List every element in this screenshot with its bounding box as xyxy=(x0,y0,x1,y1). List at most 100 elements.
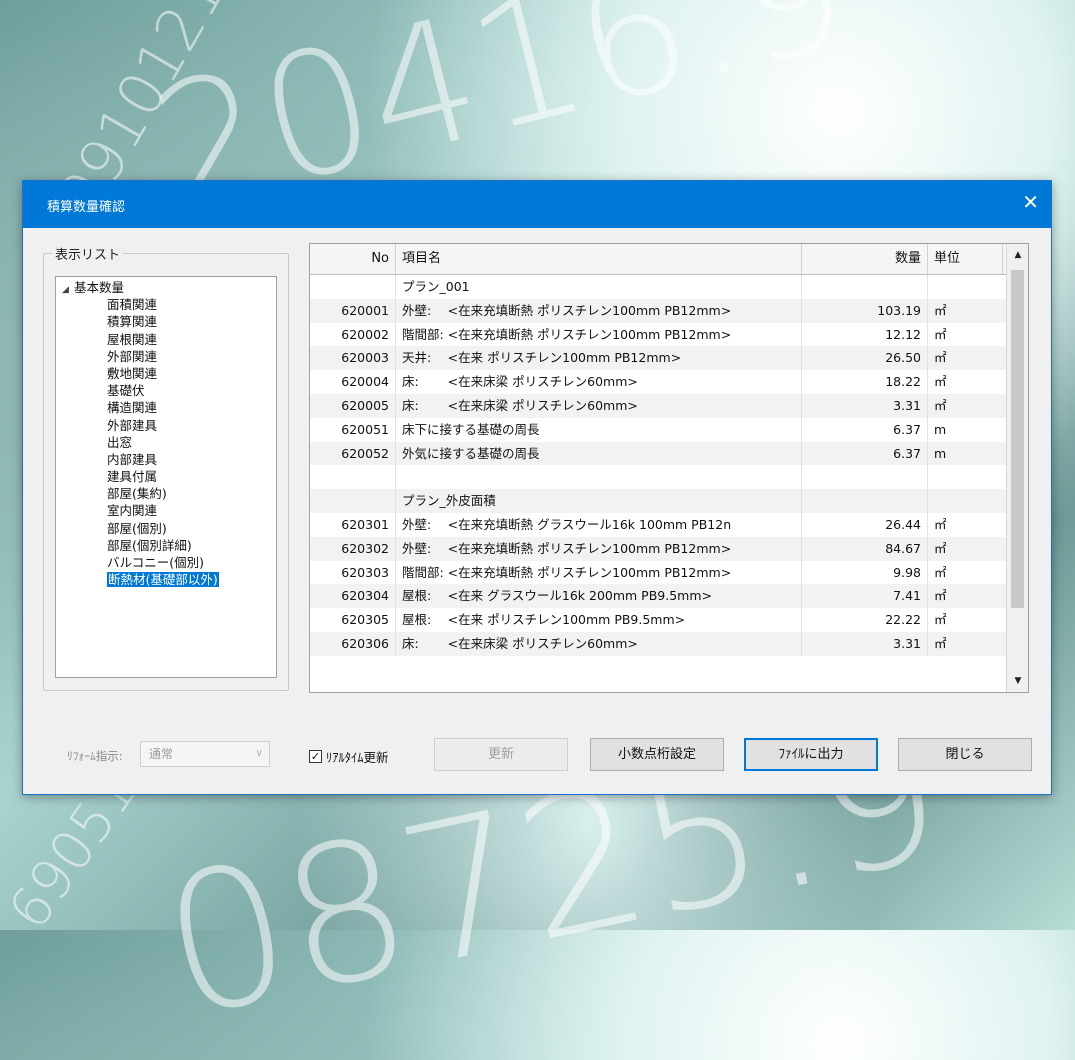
cell-no: 620003 xyxy=(310,346,396,371)
table-row[interactable]: 620002 階間部: <在来充填断熱 ポリスチレン100mm PB12mm> 12… xyxy=(310,322,1028,347)
tree-item[interactable]: バルコニー(個別) xyxy=(56,554,276,571)
cell-no: 620305 xyxy=(310,608,396,632)
realtime-update-toggle[interactable]: ✓ ﾘｱﾙﾀｲﾑ更新 xyxy=(309,747,389,766)
tree-item[interactable]: 出窓 xyxy=(56,434,276,451)
tree-item[interactable]: 外部建具 xyxy=(56,417,276,434)
reform-instruction-value: 通常 xyxy=(149,747,174,761)
table-row[interactable]: プラン_外皮面積 xyxy=(310,489,1028,513)
tree-item[interactable]: 部屋(個別) xyxy=(56,520,276,537)
export-file-button[interactable]: ﾌｧｲﾙに出力 xyxy=(744,738,878,771)
header-item-name[interactable]: 項目名 xyxy=(396,244,802,274)
table-row[interactable]: 620005 床: <在来床梁 ポリスチレン60mm> 3.31 ㎡ xyxy=(310,393,1028,418)
tree-root-basic-quantity[interactable]: ◢ 基本数量 xyxy=(56,279,276,296)
table-row[interactable] xyxy=(310,465,1028,490)
tree-item[interactable]: 外部関連 xyxy=(56,348,276,365)
decimal-places-button[interactable]: 小数点桁設定 xyxy=(590,738,724,771)
tree-item-label: 積算関連 xyxy=(107,314,158,330)
cell-unit xyxy=(928,465,1003,489)
table-row[interactable]: 620302 外壁: <在来充填断熱 ポリスチレン100mm PB12mm> 84.… xyxy=(310,536,1028,561)
tree-item[interactable]: 敷地関連 xyxy=(56,365,276,382)
cell-no: 620302 xyxy=(310,536,396,561)
tree-item[interactable]: 構造関連 xyxy=(56,399,276,416)
cell-no: 620303 xyxy=(310,560,396,585)
tree-item[interactable]: 断熱材(基礎部以外) xyxy=(56,571,276,588)
quantity-grid[interactable]: No 項目名 数量 単位 プラン_001 620001 外壁: <在来充填断熱 ポリ… xyxy=(309,243,1029,693)
cell-unit: ㎡ xyxy=(934,588,947,604)
cell-no xyxy=(310,465,396,490)
tree-item-label: 建具付属 xyxy=(107,469,158,485)
cell-quantity xyxy=(802,465,928,490)
scroll-down-icon[interactable]: ▼ xyxy=(1007,670,1028,692)
tree-item[interactable]: 積算関連 xyxy=(56,313,276,330)
tree-item[interactable]: 屋根関連 xyxy=(56,331,276,348)
scroll-up-icon[interactable]: ▲ xyxy=(1007,244,1028,266)
cell-unit: ㎡ xyxy=(934,397,947,413)
realtime-update-checkbox[interactable]: ✓ xyxy=(309,750,322,763)
cell-quantity: 6.37 xyxy=(802,417,928,442)
cell-item-name: 外気に接する基礎の周長 xyxy=(396,441,802,466)
update-button: 更新 xyxy=(434,738,568,771)
cell-quantity: 12.12 xyxy=(802,322,928,347)
tree-item[interactable]: 内部建具 xyxy=(56,451,276,468)
tree-item[interactable]: 基礎伏 xyxy=(56,382,276,399)
header-unit[interactable]: 単位 xyxy=(928,244,1003,274)
cell-quantity: 18.22 xyxy=(802,370,928,394)
table-row[interactable]: 620301 外壁: <在来充填断熱 グラスウール16k 100mm PB12n 2… xyxy=(310,512,1028,537)
cell-quantity: 84.67 xyxy=(802,536,928,561)
cell-no: 620005 xyxy=(310,393,396,418)
table-row[interactable]: 620003 天井: <在来 ポリスチレン100mm PB12mm> 26.50 ㎡ xyxy=(310,346,1028,371)
cell-unit xyxy=(928,489,1003,513)
cell-unit: m xyxy=(934,421,947,437)
cell-item-name: 外壁: <在来充填断熱 ポリスチレン100mm PB12mm> xyxy=(396,298,802,323)
table-row[interactable]: 620306 床: <在来床梁 ポリスチレン60mm> 3.31 ㎡ xyxy=(310,631,1028,656)
cell-quantity: 3.31 xyxy=(802,631,928,656)
close-icon[interactable]: ✕ xyxy=(1022,191,1039,213)
table-row[interactable]: 620305 屋根: <在来 ポリスチレン100mm PB9.5mm> 22.22 ㎡ xyxy=(310,608,1028,632)
cell-item-name: 屋根: <在来 グラスウール16k 200mm PB9.5mm> xyxy=(396,584,802,609)
cell-unit: ㎡ xyxy=(934,540,947,556)
scrollbar-thumb[interactable] xyxy=(1011,270,1024,608)
header-quantity[interactable]: 数量 xyxy=(802,244,928,274)
tree-item-label: 部屋(個別) xyxy=(107,520,167,536)
table-row[interactable]: 620051 床下に接する基礎の周長 6.37 m xyxy=(310,417,1028,442)
table-row[interactable]: 620004 床: <在来床梁 ポリスチレン60mm> 18.22 ㎡ xyxy=(310,370,1028,394)
tree-item-label: 構造関連 xyxy=(107,400,158,416)
tree-item-label: 外部関連 xyxy=(107,348,158,364)
cell-unit: ㎡ xyxy=(934,516,947,532)
cell-no: 620002 xyxy=(310,322,396,347)
tree-item[interactable]: 面積関連 xyxy=(56,296,276,313)
tree-item-label: 外部建具 xyxy=(107,417,158,433)
table-row[interactable]: 620303 階間部: <在来充填断熱 ポリスチレン100mm PB12mm> 9.… xyxy=(310,560,1028,585)
reform-instruction-label: ﾘﾌｫｰﾑ指示: xyxy=(67,749,123,763)
tree-item[interactable]: 室内関連 xyxy=(56,502,276,519)
table-row[interactable]: 620304 屋根: <在来 グラスウール16k 200mm PB9.5mm> 7.… xyxy=(310,584,1028,609)
table-row[interactable]: 620001 外壁: <在来充填断熱 ポリスチレン100mm PB12mm> 103… xyxy=(310,298,1028,323)
tree-item-label: 部屋(集約) xyxy=(107,486,167,502)
tree-item-label: 室内関連 xyxy=(107,503,158,519)
grid-body: プラン_001 620001 外壁: <在来充填断熱 ポリスチレン100mm PB1… xyxy=(310,275,1028,656)
header-no[interactable]: No xyxy=(310,244,396,274)
cell-no: 620001 xyxy=(310,298,396,323)
tree-item-label: 出窓 xyxy=(107,434,133,450)
cell-item-name: 外壁: <在来充填断熱 グラスウール16k 100mm PB12n xyxy=(396,512,802,537)
cell-unit: ㎡ xyxy=(934,350,947,366)
cell-no: 620301 xyxy=(310,512,396,537)
cell-no: 620306 xyxy=(310,631,396,656)
close-button[interactable]: 閉じる xyxy=(898,738,1032,771)
cell-unit: m xyxy=(934,445,947,461)
cell-quantity: 26.50 xyxy=(802,346,928,371)
collapse-caret-icon[interactable]: ◢ xyxy=(62,282,74,299)
grid-header: No 項目名 数量 単位 xyxy=(310,244,1028,275)
tree-item[interactable]: 部屋(個別詳細) xyxy=(56,537,276,554)
tree-item[interactable]: 部屋(集約) xyxy=(56,485,276,502)
dialog-title: 積算数量確認 xyxy=(47,200,126,215)
cell-unit: ㎡ xyxy=(934,635,947,651)
cell-item-name: 床: <在来床梁 ポリスチレン60mm> xyxy=(396,631,802,656)
cell-unit: ㎡ xyxy=(934,302,947,318)
table-row[interactable]: プラン_001 xyxy=(310,275,1028,299)
vertical-scrollbar[interactable]: ▲ ▼ xyxy=(1006,244,1028,692)
cell-unit: ㎡ xyxy=(934,374,947,390)
display-list-tree[interactable]: ◢ 基本数量 面積関連 積算関連 屋根関連 外部関連 敷地関連 基礎伏 構造関連 外部建具 出窓内… xyxy=(55,276,277,678)
table-row[interactable]: 620052 外気に接する基礎の周長 6.37 m xyxy=(310,441,1028,466)
tree-item[interactable]: 建具付属 xyxy=(56,468,276,485)
